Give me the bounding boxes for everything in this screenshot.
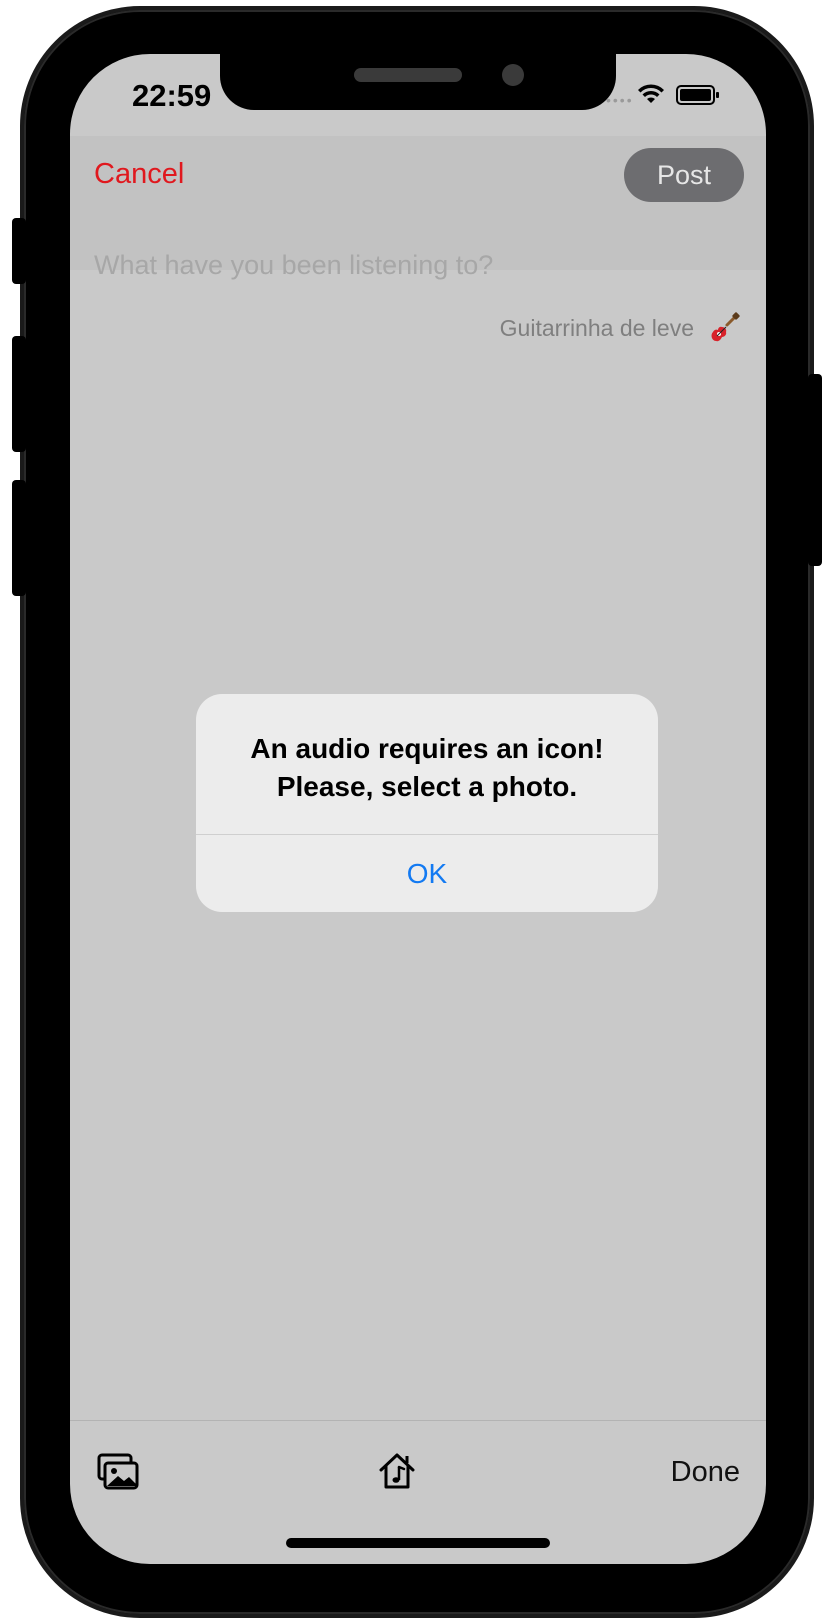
cancel-button[interactable]: Cancel bbox=[94, 158, 184, 191]
song-title: Guitarrinha de leve bbox=[499, 314, 694, 341]
power-button bbox=[808, 374, 822, 566]
alert-title-line-2: Please, select a photo. bbox=[276, 771, 578, 802]
volume-up-button bbox=[12, 336, 26, 452]
alert-ok-button[interactable]: OK bbox=[196, 835, 658, 912]
battery-icon bbox=[676, 85, 719, 105]
alert-title-line-1: An audio requires an icon! bbox=[250, 733, 604, 764]
signal-icon: •••• bbox=[606, 92, 634, 108]
home-music-icon[interactable] bbox=[376, 1450, 418, 1492]
done-button[interactable]: Done bbox=[671, 1456, 740, 1489]
wifi-icon bbox=[638, 84, 664, 103]
toolbar-divider bbox=[70, 1420, 766, 1421]
screen: 22:59 •••• Cancel Post What have you bee… bbox=[70, 54, 766, 1564]
speaker-grille bbox=[354, 68, 462, 82]
notch bbox=[220, 54, 616, 110]
post-button[interactable]: Post bbox=[624, 148, 744, 202]
photos-icon[interactable] bbox=[96, 1452, 140, 1492]
home-indicator[interactable] bbox=[286, 1538, 550, 1548]
guitar-icon bbox=[711, 312, 740, 342]
silent-switch bbox=[12, 218, 26, 284]
post-text-input[interactable]: What have you been listening to? bbox=[94, 250, 493, 281]
alert-title: An audio requires an icon! Please, selec… bbox=[216, 730, 638, 806]
volume-down-button bbox=[12, 480, 26, 596]
alert-dialog: An audio requires an icon! Please, selec… bbox=[196, 694, 658, 912]
status-time: 22:59 bbox=[132, 78, 212, 113]
front-camera bbox=[502, 64, 524, 86]
selected-song[interactable]: Guitarrinha de leve bbox=[500, 312, 740, 344]
